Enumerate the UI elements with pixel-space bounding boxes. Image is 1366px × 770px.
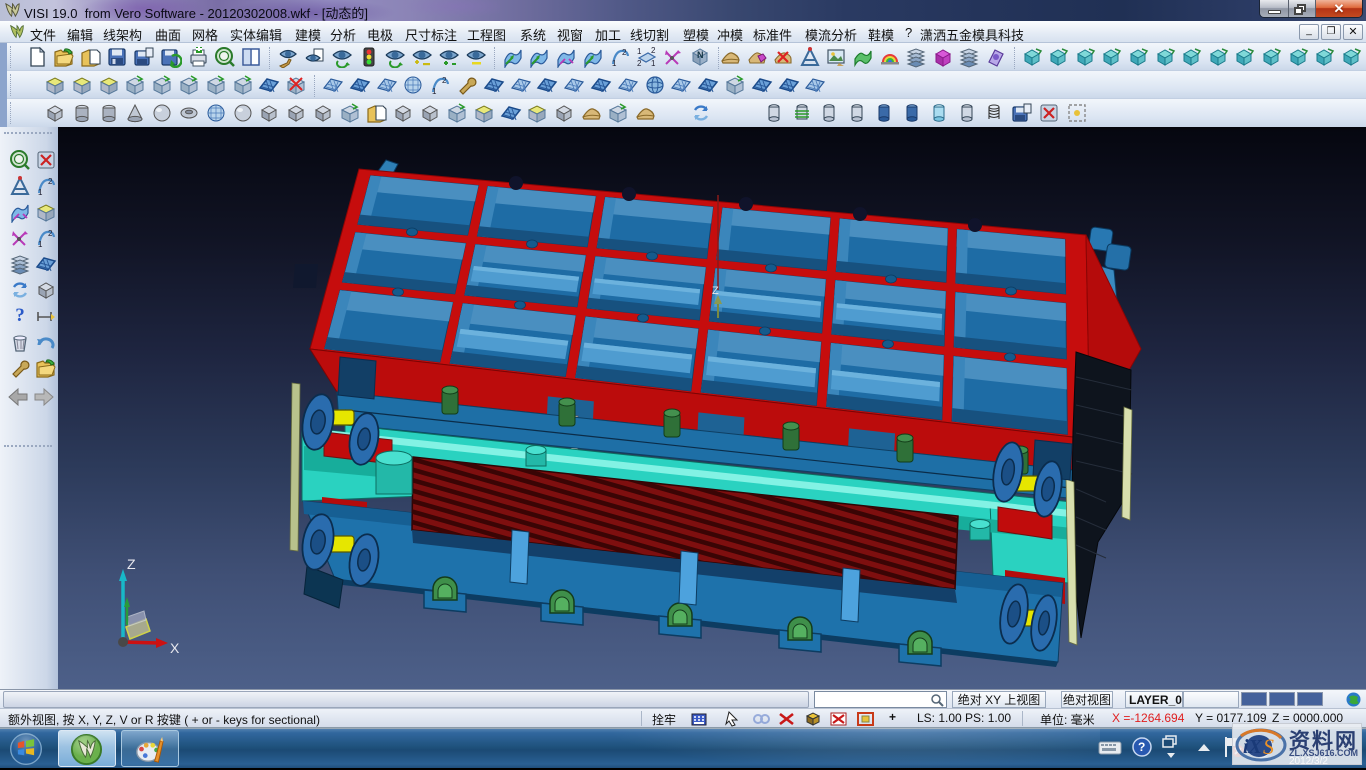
svg-text:Z: Z bbox=[127, 556, 136, 572]
svg-text:X: X bbox=[170, 640, 180, 656]
svg-text:2: 2 bbox=[48, 229, 53, 238]
svg-text:S: S bbox=[1263, 734, 1274, 759]
svg-text:1: 1 bbox=[38, 240, 43, 249]
svg-text:2: 2 bbox=[48, 177, 53, 186]
svg-text:iX: iX bbox=[1243, 736, 1263, 758]
svg-text:1: 1 bbox=[38, 188, 43, 197]
svg-text:?: ? bbox=[1138, 740, 1145, 754]
